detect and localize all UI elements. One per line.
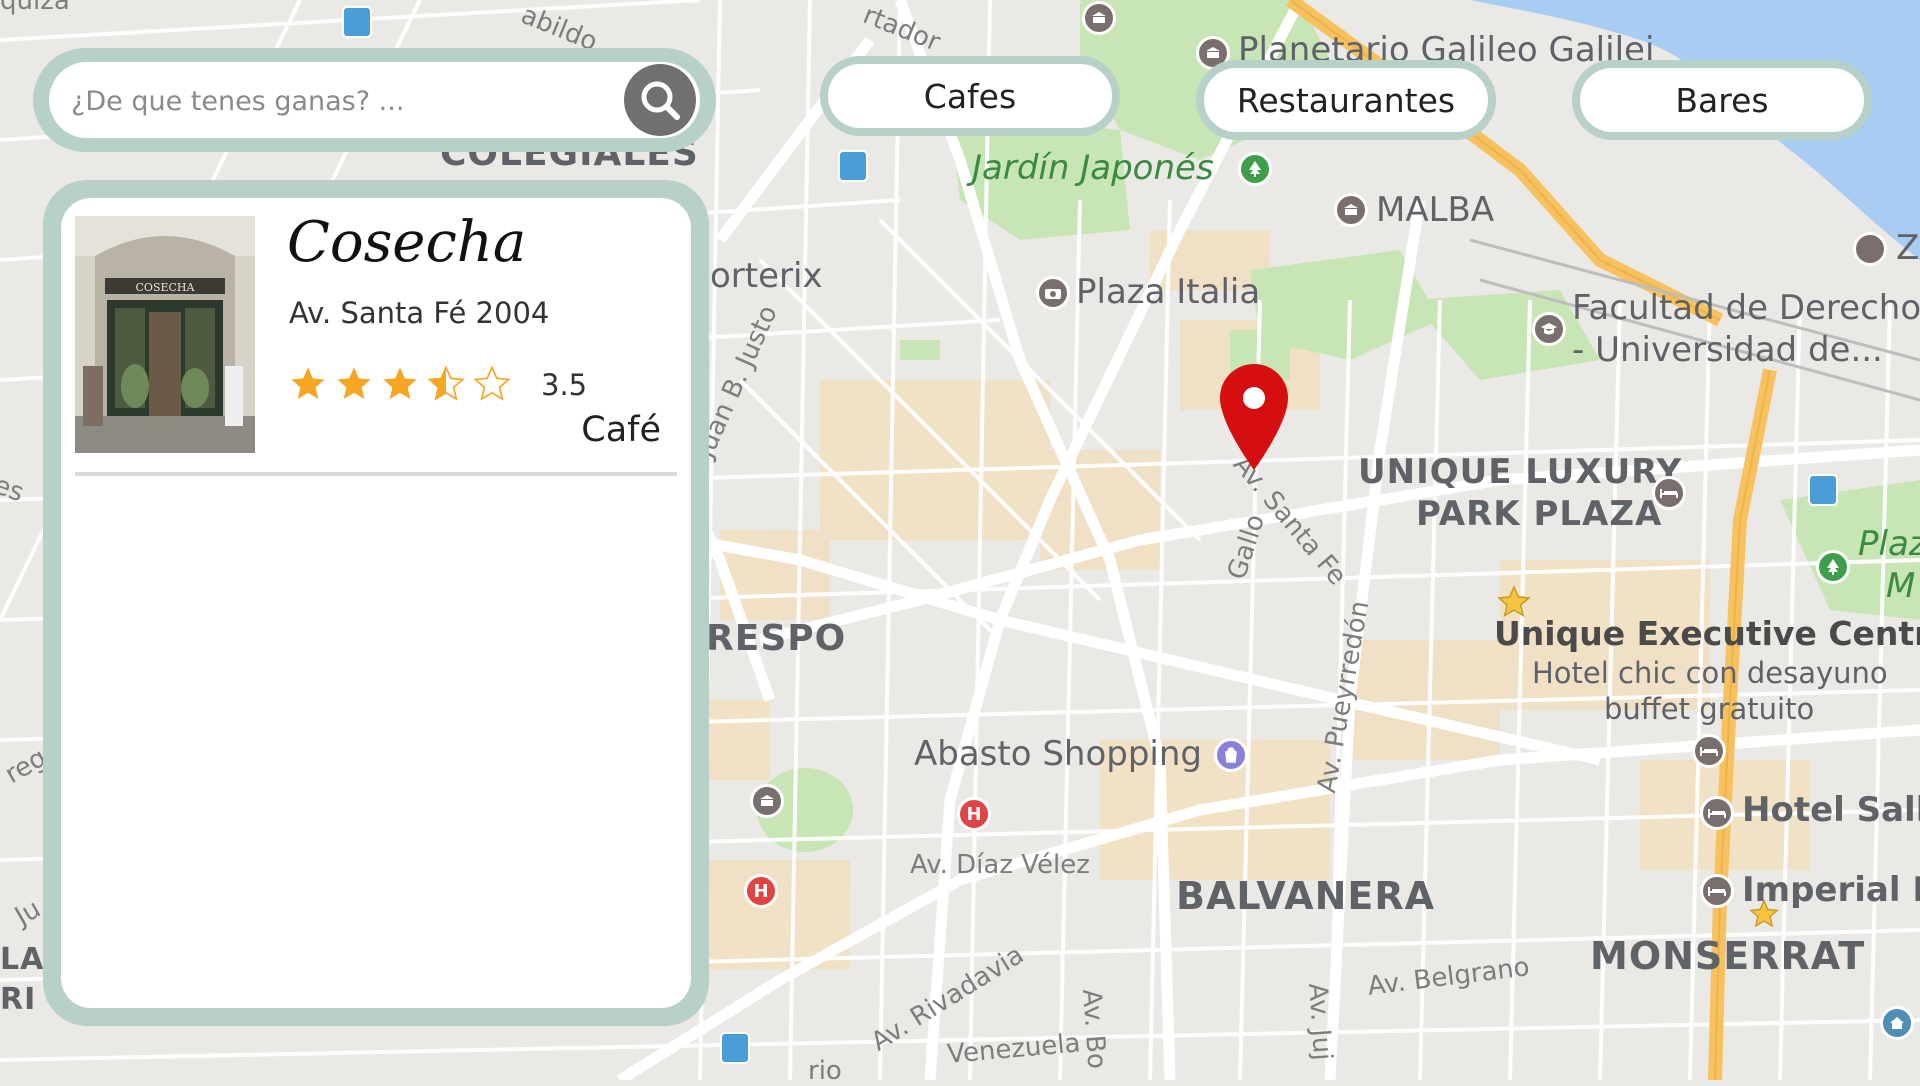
storefront-image: COSECHA bbox=[75, 216, 255, 453]
map-label-av-juj: Av. Juj bbox=[1302, 982, 1338, 1062]
university-poi-icon[interactable] bbox=[1532, 312, 1566, 346]
map-label-plaz-2: M bbox=[1886, 566, 1916, 606]
hospital-icon-2[interactable]: H bbox=[744, 874, 778, 908]
map-label-plaza-italia: Plaza Italia bbox=[1076, 272, 1261, 312]
map-label-respo: RESPO bbox=[706, 618, 847, 659]
location-pin-icon[interactable] bbox=[1218, 362, 1290, 472]
map-label-hotel-chic-2: buffet gratuito bbox=[1604, 692, 1815, 726]
map-label-monserrat: MONSERRAT bbox=[1590, 934, 1866, 978]
bus-stop-icon-3[interactable] bbox=[1808, 474, 1838, 506]
map-label-ri: RI bbox=[0, 982, 37, 1017]
hospital-icon[interactable]: H bbox=[957, 797, 991, 831]
results-panel: COSECHA Cosecha Av. Santa Fé 2004 3.5 Ca… bbox=[43, 180, 709, 1026]
shopping-bag-icon[interactable] bbox=[1214, 738, 1248, 772]
hotel-salle-icon[interactable] bbox=[1700, 796, 1734, 830]
museum-poi-icon-2[interactable] bbox=[750, 784, 784, 818]
map-label-hotel-chic-1: Hotel chic con desayuno bbox=[1532, 656, 1888, 690]
map-label-facultad-1: Facultad de Derecho bbox=[1572, 288, 1920, 328]
map-label-la: LA bbox=[0, 942, 45, 977]
z-poi-icon[interactable] bbox=[1853, 232, 1887, 266]
rating-stars bbox=[287, 364, 513, 404]
map-label-balvanera: BALVANERA bbox=[1176, 874, 1436, 918]
search-button[interactable] bbox=[624, 64, 696, 136]
storefront-sign: COSECHA bbox=[136, 281, 196, 294]
place-address: Av. Santa Fé 2004 bbox=[289, 296, 550, 330]
map-label-z: Z bbox=[1896, 228, 1920, 268]
star-full-icon bbox=[337, 367, 371, 399]
map-label-diaz-velez: Av. Díaz Vélez bbox=[910, 850, 1090, 880]
search-icon bbox=[641, 81, 680, 120]
star-empty-icon bbox=[473, 365, 511, 401]
map-label-jardin: Jardín Japonés bbox=[972, 148, 1214, 188]
hotel-icon[interactable] bbox=[1692, 734, 1726, 768]
card-divider bbox=[75, 472, 677, 476]
map-label-rio: rio bbox=[808, 1056, 842, 1086]
hotel-imperial-icon[interactable] bbox=[1700, 874, 1734, 908]
star-half-icon bbox=[427, 365, 465, 401]
map-label-facultad-2: - Universidad de... bbox=[1572, 330, 1883, 370]
map-label-unique-luxury-2: PARK PLAZA bbox=[1416, 494, 1663, 534]
museum-poi-icon[interactable] bbox=[1082, 1, 1116, 35]
place-photo[interactable]: COSECHA bbox=[75, 216, 255, 453]
map-label-unique-luxury-1: UNIQUE LUXURY bbox=[1358, 452, 1683, 492]
hotel-luxury-icon[interactable] bbox=[1652, 476, 1686, 510]
search-field-container bbox=[49, 62, 700, 138]
place-type: Café bbox=[581, 410, 661, 450]
place-name[interactable]: Cosecha bbox=[287, 210, 526, 275]
star-poi-icon[interactable] bbox=[1496, 584, 1532, 620]
map-label-abasto: Abasto Shopping bbox=[914, 734, 1203, 774]
search-bar bbox=[33, 48, 716, 152]
map-label-malba: MALBA bbox=[1376, 190, 1495, 230]
category-bares-button[interactable]: Bares bbox=[1572, 60, 1872, 140]
search-input[interactable] bbox=[69, 76, 593, 126]
location-pin-shape bbox=[1220, 364, 1288, 470]
map-label-av-bo: Av. Bo bbox=[1076, 988, 1112, 1070]
category-restaurantes-button[interactable]: Restaurantes bbox=[1196, 60, 1496, 140]
plaza-tree-icon[interactable] bbox=[1816, 550, 1850, 584]
plaza-italia-poi-icon[interactable] bbox=[1036, 276, 1070, 310]
result-card[interactable]: COSECHA Cosecha Av. Santa Fé 2004 3.5 Ca… bbox=[75, 210, 677, 476]
bus-stop-icon-2[interactable] bbox=[838, 150, 868, 182]
map-label-plaz-1: Plaz bbox=[1858, 524, 1920, 564]
map-label-hotel-salle: Hotel Salle bbox=[1742, 790, 1920, 830]
imperial-star-icon[interactable] bbox=[1748, 898, 1780, 930]
star-full-icon bbox=[291, 367, 325, 399]
map-label-unique-exec: Unique Executive Central bbox=[1494, 614, 1920, 653]
star-full-icon bbox=[383, 367, 417, 399]
map-label-quiza: quiza bbox=[0, 0, 70, 16]
bus-stop-icon[interactable] bbox=[342, 6, 372, 38]
category-cafes-button[interactable]: Cafes bbox=[820, 56, 1120, 136]
results-list[interactable]: COSECHA Cosecha Av. Santa Fé 2004 3.5 Ca… bbox=[61, 198, 691, 1008]
home-poi-icon[interactable] bbox=[1880, 1006, 1914, 1040]
malba-poi-icon[interactable] bbox=[1334, 193, 1368, 227]
park-tree-icon[interactable] bbox=[1238, 152, 1272, 186]
map-label-orterix: orterix bbox=[710, 256, 823, 296]
bus-stop-icon-4[interactable] bbox=[720, 1032, 750, 1064]
rating-value: 3.5 bbox=[541, 368, 588, 402]
